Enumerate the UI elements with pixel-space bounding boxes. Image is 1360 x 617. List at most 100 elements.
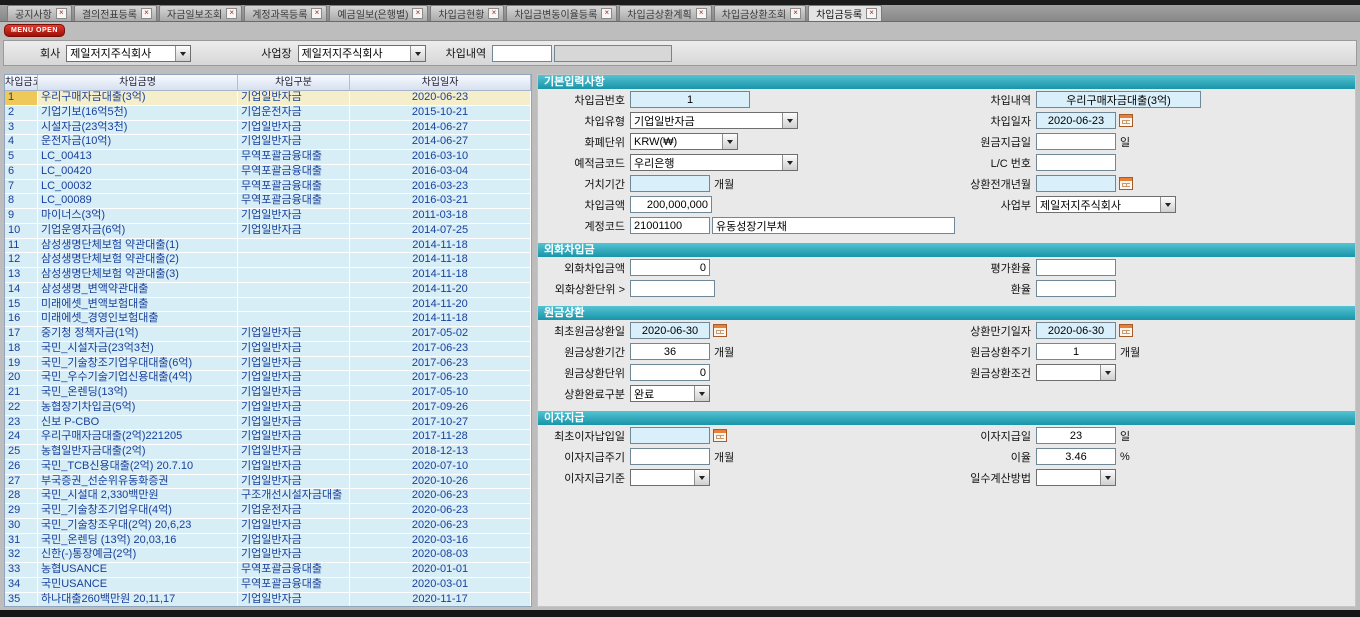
company-select[interactable]: 제일저지주식회사 — [66, 45, 191, 62]
tab-close-icon[interactable] — [488, 8, 499, 19]
tab-close-icon[interactable] — [56, 8, 67, 19]
account-code-input[interactable] — [630, 217, 710, 234]
table-row[interactable]: 19 국민_기술창조기업우대대출(6억) 기업일반자금 2017-06-23 — [5, 357, 531, 372]
repay-unit-input[interactable] — [630, 364, 710, 381]
table-row[interactable]: 16 미래에셋_경영인보험대출 2014-11-18 — [5, 312, 531, 327]
interest-cycle-input[interactable] — [630, 448, 710, 465]
table-row[interactable]: 11 삼성생명단체보험 약관대출(1) 2014-11-18 — [5, 239, 531, 254]
table-row[interactable]: 15 미래에셋_변액보험대출 2014-11-20 — [5, 298, 531, 313]
table-row[interactable]: 1 우리구매자금대출(3억) 기업일반자금 2020-06-23 — [5, 91, 531, 106]
lc-no-input[interactable] — [1036, 154, 1116, 171]
table-row[interactable]: 29 국민_기술창조기업우대(4억) 기업운전자금 2020-06-23 — [5, 504, 531, 519]
table-row[interactable]: 25 농협일반자금대출(2억) 기업일반자금 2018-12-13 — [5, 445, 531, 460]
table-row[interactable]: 6 LC_00420 무역포괄금융대출 2016-03-04 — [5, 165, 531, 180]
repay-complete-select[interactable]: 완료 — [630, 385, 710, 402]
calendar-icon[interactable] — [1119, 324, 1133, 337]
table-row[interactable]: 21 국민_온렌딩(13억) 기업일반자금 2017-05-10 — [5, 386, 531, 401]
table-row[interactable]: 23 신보 P-CBO 기업일반자금 2017-10-27 — [5, 416, 531, 431]
tab-10[interactable]: 차입금등록 — [808, 5, 882, 21]
table-row[interactable]: 4 운전자금(10억) 기업일반자금 2014-06-27 — [5, 135, 531, 150]
table-row[interactable]: 34 국민USANCE 무역포괄금융대출 2020-03-01 — [5, 578, 531, 593]
loan-desc-input[interactable] — [1036, 91, 1201, 108]
interest-rate-input[interactable] — [1036, 448, 1116, 465]
tab-4[interactable]: 계정과목등록 — [244, 5, 327, 21]
cell-loan-code: 26 — [5, 460, 38, 475]
tab-2[interactable]: 결의전표등록 — [74, 5, 157, 21]
eval-rate-input[interactable] — [1036, 259, 1116, 276]
interest-basis-select[interactable] — [630, 469, 710, 486]
cell-loan-name: 국민_시설대 2,330백만원 — [38, 489, 238, 504]
table-row[interactable]: 35 하나대출260백만원 20,11,17 기업일반자금 2020-11-17 — [5, 593, 531, 608]
table-row[interactable]: 5 LC_00413 무역포괄금융대출 2016-03-10 — [5, 150, 531, 165]
deposit-code-select[interactable]: 우리은행 — [630, 154, 798, 171]
tab-close-icon[interactable] — [412, 8, 423, 19]
table-row[interactable]: 22 농협장기차입금(5억) 기업일반자금 2017-09-26 — [5, 401, 531, 416]
division-select[interactable]: 제일저지주식회사 — [1036, 196, 1176, 213]
principal-pay-day-input[interactable] — [1036, 133, 1116, 150]
tab-close-icon[interactable] — [141, 8, 152, 19]
calendar-icon[interactable] — [713, 429, 727, 442]
tab-close-icon[interactable] — [866, 8, 877, 19]
fx-amount-input[interactable] — [630, 259, 710, 276]
site-select[interactable]: 제일저지주식회사 — [298, 45, 426, 62]
fx-unit-input[interactable] — [630, 280, 715, 297]
tab-close-icon[interactable] — [311, 8, 322, 19]
tab-close-icon[interactable] — [601, 8, 612, 19]
pre-repay-ym-input[interactable] — [1036, 175, 1116, 192]
table-row[interactable]: 24 우리구매자금대출(2억)221205 기업일반자금 2017-11-28 — [5, 430, 531, 445]
maturity-date-input[interactable] — [1036, 322, 1116, 339]
tab-6[interactable]: 차입금현황 — [430, 5, 504, 21]
table-row[interactable]: 2 기업기보(16억5천) 기업운전자금 2015-10-21 — [5, 106, 531, 121]
loan-desc-search-display[interactable] — [554, 45, 672, 62]
loan-desc-search-input[interactable] — [492, 45, 552, 62]
table-row[interactable]: 31 국민_온렌딩 (13억) 20,03,16 기업일반자금 2020-03-… — [5, 534, 531, 549]
table-row[interactable]: 33 농협USANCE 무역포괄금융대출 2020-01-01 — [5, 563, 531, 578]
table-row[interactable]: 7 LC_00032 무역포괄금융대출 2016-03-23 — [5, 180, 531, 195]
interest-pay-day-input[interactable] — [1036, 427, 1116, 444]
tab-9[interactable]: 차입금상환조회 — [714, 5, 806, 21]
table-row[interactable]: 20 국민_우수기술기업신용대출(4억) 기업일반자금 2017-06-23 — [5, 371, 531, 386]
tab-5[interactable]: 예금일보(은행별) — [329, 5, 428, 21]
calendar-icon[interactable] — [1119, 177, 1133, 190]
table-row[interactable]: 8 LC_00089 무역포괄금융대출 2016-03-21 — [5, 194, 531, 209]
ex-rate-input[interactable] — [1036, 280, 1116, 297]
table-row[interactable]: 32 신한(-)통장예금(2억) 기업일반자금 2020-08-03 — [5, 548, 531, 563]
table-row[interactable]: 3 시설자금(23억3천) 기업일반자금 2014-06-27 — [5, 121, 531, 136]
table-row[interactable]: 17 중기청 정책자금(1억) 기업일반자금 2017-05-02 — [5, 327, 531, 342]
tab-7[interactable]: 차입금변동이율등록 — [506, 5, 617, 21]
table-row[interactable]: 13 삼성생명단체보험 약관대출(3) 2014-11-18 — [5, 268, 531, 283]
loan-type-select[interactable]: 기업일반자금 — [630, 112, 798, 129]
repay-condition-select[interactable] — [1036, 364, 1116, 381]
table-row[interactable]: 28 국민_시설대 2,330백만원 구조개선시설자금대출 2020-06-23 — [5, 489, 531, 504]
first-repay-date-input[interactable] — [630, 322, 710, 339]
menu-open-button[interactable]: MENU OPEN — [4, 24, 65, 37]
loan-amount-input[interactable] — [630, 196, 712, 213]
calendar-icon[interactable] — [1119, 114, 1133, 127]
table-row[interactable]: 26 국민_TCB신용대출(2억) 20.7.10 기업일반자금 2020-07… — [5, 460, 531, 475]
table-row[interactable]: 14 삼성생명_변액약관대출 2014-11-20 — [5, 283, 531, 298]
cell-loan-name: 마이너스(3억) — [38, 209, 238, 224]
tab-3[interactable]: 자금일보조회 — [159, 5, 242, 21]
loan-date-input[interactable] — [1036, 112, 1116, 129]
table-row[interactable]: 9 마이너스(3억) 기업일반자금 2011-03-18 — [5, 209, 531, 224]
repay-period-input[interactable] — [630, 343, 710, 360]
account-name-input[interactable] — [712, 217, 955, 234]
tab-close-icon[interactable] — [226, 8, 237, 19]
tab-1[interactable]: 공지사항 — [7, 5, 72, 21]
calendar-icon[interactable] — [713, 324, 727, 337]
repay-cycle-input[interactable] — [1036, 343, 1116, 360]
tab-8[interactable]: 차입금상환계획 — [619, 5, 711, 21]
currency-select[interactable]: KRW(₩) — [630, 133, 738, 150]
day-count-method-select[interactable] — [1036, 469, 1116, 486]
tab-close-icon[interactable] — [696, 8, 707, 19]
loan-no-input[interactable] — [630, 91, 750, 108]
table-row[interactable]: 10 기업운영자금(6억) 기업일반자금 2014-07-25 — [5, 224, 531, 239]
cell-loan-name: 농협일반자금대출(2억) — [38, 445, 238, 460]
table-row[interactable]: 12 삼성생명단체보험 약관대출(2) 2014-11-18 — [5, 253, 531, 268]
table-row[interactable]: 27 부국증권_선순위유동화증권 기업일반자금 2020-10-26 — [5, 475, 531, 490]
tab-close-icon[interactable] — [790, 8, 801, 19]
first-interest-date-input[interactable] — [630, 427, 710, 444]
table-row[interactable]: 18 국민_시설자금(23억3천) 기업일반자금 2017-06-23 — [5, 342, 531, 357]
table-row[interactable]: 30 국민_기술창조우대(2억) 20,6,23 기업일반자금 2020-06-… — [5, 519, 531, 534]
grace-period-input[interactable] — [630, 175, 710, 192]
